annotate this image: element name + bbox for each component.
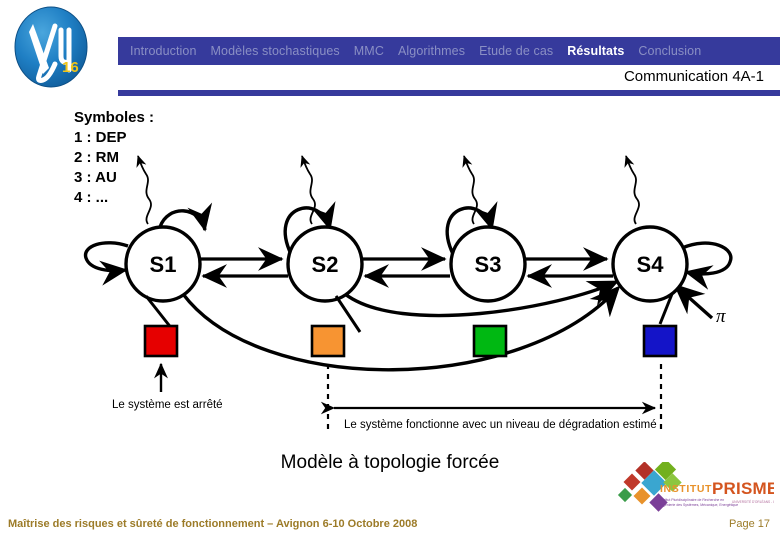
nav-item-mmc[interactable]: MMC — [354, 44, 384, 58]
page-number: Page 17 — [729, 518, 770, 530]
wavy-input-arrows — [136, 155, 640, 225]
prisme-prisme-word: PRISME — [712, 479, 774, 498]
nav-item-resultats[interactable]: Résultats — [567, 44, 624, 58]
state-label-s4: S4 — [637, 252, 665, 277]
status-square-green — [472, 324, 508, 358]
pi-input-arrow — [673, 283, 714, 320]
prisme-institut-word: INSTITUT — [660, 483, 712, 495]
status-square-blue — [642, 324, 678, 358]
slide: 16 Introduction Modèles stochastiques MM… — [0, 0, 780, 540]
nav-item-etude-de-cas[interactable]: Etude de cas — [479, 44, 553, 58]
s4-right-loop — [681, 241, 733, 290]
status-square-red — [143, 324, 179, 358]
nav-item-algorithmes[interactable]: Algorithmes — [398, 44, 465, 58]
prisme-institute-logo: INSTITUT PRISME Institut Pluridisciplina… — [614, 458, 780, 514]
state-transition-diagram: π S1 S2 S3 S4 Le système est arrêté Le s… — [0, 96, 780, 446]
logo-year-label: 16 — [62, 59, 79, 76]
subtitle-row: Communication 4A-1 — [118, 68, 780, 90]
nav-item-conclusion[interactable]: Conclusion — [638, 44, 701, 58]
state-label-s3: S3 — [475, 252, 502, 277]
conference-logo: 16 — [9, 4, 93, 90]
prisme-tagline-line1: Institut Pluridisciplinaire de Recherche… — [660, 498, 724, 502]
s1-left-loop — [83, 241, 129, 286]
status-square-orange — [310, 324, 346, 358]
pi-label: π — [716, 306, 726, 327]
nav-item-modeles-stochastiques[interactable]: Modèles stochastiques — [211, 44, 340, 58]
prisme-tagline-line2: Ingénierie des Systèmes, Mécanique, Ener… — [660, 503, 738, 507]
state-label-s2: S2 — [312, 252, 339, 277]
prisme-tagline-right: UNIVERSITÉ D'ORLÉANS - CNRS - ENSI DE BO… — [732, 499, 774, 504]
state-label-s1: S1 — [150, 252, 177, 277]
footer-conference-text: Maîtrise des risques et sûreté de foncti… — [8, 518, 418, 530]
long-return-arcs — [181, 280, 621, 372]
annotation-system-degraded: Le système fonctionne avec un niveau de … — [344, 419, 657, 431]
nav-item-introduction[interactable]: Introduction — [130, 44, 197, 58]
communication-subtitle: Communication 4A-1 — [623, 68, 764, 85]
annotation-system-stopped: Le système est arrêté — [112, 399, 223, 411]
navigation-bar: Introduction Modèles stochastiques MMC A… — [118, 37, 780, 65]
